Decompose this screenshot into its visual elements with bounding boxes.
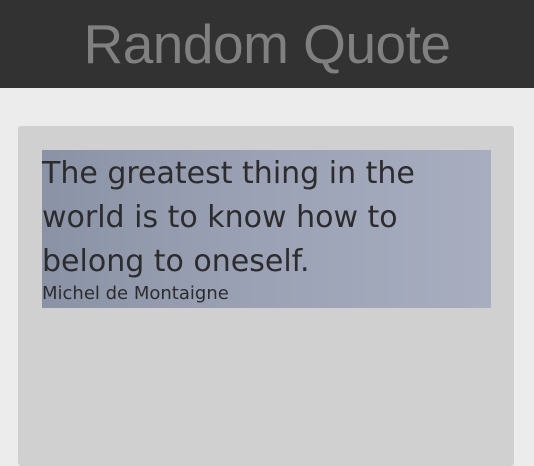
app-title: Random Quote — [83, 13, 452, 75]
quote-text: The greatest thing in the world is to kn… — [42, 156, 415, 279]
quote-panel: The greatest thing in the world is to kn… — [42, 150, 491, 308]
app-header: Random Quote — [0, 0, 534, 88]
quote-card: The greatest thing in the world is to kn… — [18, 126, 514, 466]
quote-author: Michel de Montaigne — [42, 283, 229, 304]
